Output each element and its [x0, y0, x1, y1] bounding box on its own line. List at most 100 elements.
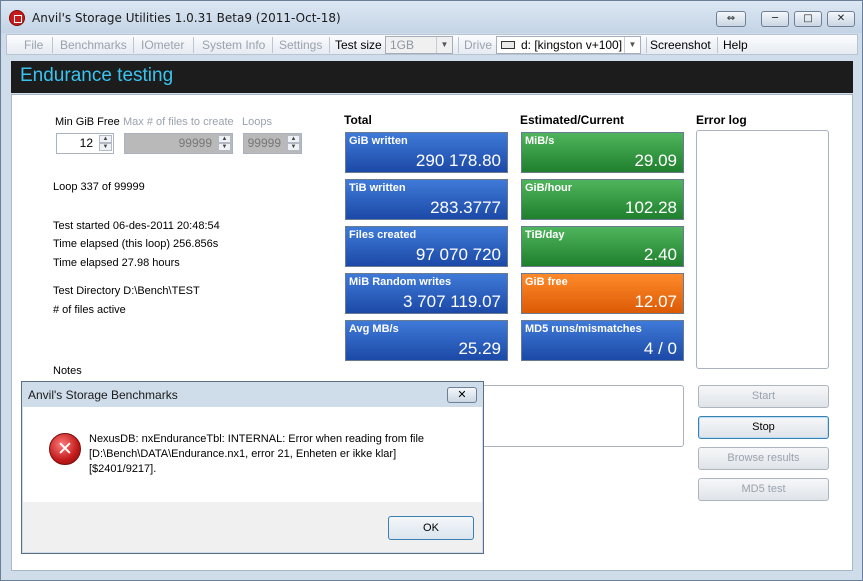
menu-separator — [717, 37, 718, 53]
tile-value: 290 178.80 — [415, 151, 501, 170]
tile-label: MiB Random writes — [349, 276, 452, 288]
menu-file[interactable]: File — [24, 38, 43, 52]
menu-iometer[interactable]: IOmeter — [141, 38, 184, 52]
tile-value: 97 070 720 — [415, 245, 501, 264]
page-title: Endurance testing — [20, 65, 174, 86]
tile-label: TiB/day — [525, 229, 565, 241]
spin-down-icon[interactable]: ▼ — [99, 143, 112, 151]
tile-label: GiB/hour — [525, 182, 573, 194]
spin-buttons: ▲ ▼ — [218, 135, 231, 152]
tile-value: 4 / 0 — [643, 339, 677, 358]
test-size-label: Test size — [335, 38, 382, 52]
menu-help[interactable]: Help — [723, 38, 748, 52]
close-button[interactable]: ✕ — [827, 11, 855, 27]
dialog-title: Anvil's Storage Benchmarks — [28, 388, 178, 402]
menu-separator — [133, 37, 134, 53]
max-files-stepper[interactable]: 99999 ▲ ▼ — [124, 133, 233, 154]
min-gib-free-label: Min GiB Free — [55, 116, 120, 128]
restore-layout-button[interactable]: ⇔ — [716, 11, 746, 27]
tile-value: 283.3777 — [430, 198, 501, 217]
loops-label: Loops — [242, 116, 272, 128]
tile-value: 3 707 119.07 — [403, 292, 501, 311]
totals-heading: Total — [344, 113, 372, 127]
title-bar: Anvil's Storage Utilities 1.0.31 Beta9 (… — [1, 1, 862, 33]
dialog-message-line: NexusDB: nxEnduranceTbl: INTERNAL: Error… — [89, 433, 425, 445]
tile-avg-mbs: Avg MB/s 25.29 — [345, 320, 508, 361]
loops-value: 99999 — [247, 136, 281, 150]
menu-separator — [458, 37, 459, 53]
menu-bar: File Benchmarks IOmeter System Info Sett… — [6, 34, 858, 55]
tile-label: MD5 runs/mismatches — [525, 323, 642, 335]
spin-down-icon[interactable]: ▼ — [218, 143, 231, 151]
test-directory: Test Directory D:\Bench\TEST — [53, 285, 200, 297]
estimated-heading: Estimated/Current — [520, 113, 625, 127]
spin-buttons: ▲ ▼ — [287, 135, 300, 152]
notes-label: Notes — [53, 365, 82, 377]
notes-textarea[interactable] — [472, 385, 684, 447]
tile-md5-runs: MD5 runs/mismatches 4 / 0 — [521, 320, 684, 361]
tile-value: 25.29 — [458, 339, 501, 358]
spin-up-icon[interactable]: ▲ — [99, 135, 112, 143]
min-gib-free-stepper[interactable]: 12 ▲ ▼ — [56, 133, 114, 154]
menu-separator — [272, 37, 273, 53]
spin-buttons: ▲ ▼ — [99, 135, 112, 152]
min-gib-free-value: 12 — [79, 136, 93, 150]
drive-label: Drive — [464, 38, 493, 52]
drive-icon — [501, 41, 515, 49]
tile-label: GiB free — [525, 276, 568, 288]
menu-separator — [329, 37, 330, 53]
dialog-body: ✕ NexusDB: nxEnduranceTbl: INTERNAL: Err… — [23, 407, 482, 502]
time-elapsed: Time elapsed 27.98 hours — [53, 257, 180, 269]
menu-settings[interactable]: Settings — [279, 38, 322, 52]
menu-screenshot[interactable]: Screenshot — [650, 38, 711, 52]
spin-up-icon[interactable]: ▲ — [218, 135, 231, 143]
tile-value: 12.07 — [634, 292, 677, 311]
md5-test-button[interactable]: MD5 test — [698, 478, 829, 501]
dialog-close-button[interactable]: ✕ — [447, 387, 477, 403]
error-dialog: Anvil's Storage Benchmarks ✕ ✕ NexusDB: … — [21, 381, 484, 554]
tile-mib-per-s: MiB/s 29.09 — [521, 132, 684, 173]
menu-system-info[interactable]: System Info — [202, 38, 265, 52]
tile-tib-written: TiB written 283.3777 — [345, 179, 508, 220]
menu-separator — [52, 37, 53, 53]
maximize-button[interactable]: □ — [794, 11, 822, 27]
tile-label: Files created — [349, 229, 417, 241]
spin-down-icon[interactable]: ▼ — [287, 143, 300, 151]
loop-status: Loop 337 of 99999 — [53, 181, 145, 193]
start-button[interactable]: Start — [698, 385, 829, 408]
tile-label: TiB written — [349, 182, 406, 194]
loops-stepper[interactable]: 99999 ▲ ▼ — [243, 133, 302, 154]
tile-label: GiB written — [349, 135, 408, 147]
error-log-heading: Error log — [696, 113, 747, 127]
tile-mib-random-writes: MiB Random writes 3 707 119.07 — [345, 273, 508, 314]
dialog-message-line: [D:\Bench\DATA\Endurance.nx1, error 21, … — [89, 448, 397, 460]
dialog-message-line: [$2401/9217]. — [89, 463, 157, 475]
tile-label: MiB/s — [525, 135, 555, 147]
page-header: Endurance testing — [11, 61, 853, 93]
test-size-select[interactable]: 1GB ▼ — [385, 36, 453, 54]
browse-results-button[interactable]: Browse results — [698, 447, 829, 470]
error-icon: ✕ — [49, 433, 81, 465]
tile-gib-written: GiB written 290 178.80 — [345, 132, 508, 173]
window-title: Anvil's Storage Utilities 1.0.31 Beta9 (… — [32, 11, 341, 25]
error-log-list[interactable] — [696, 130, 829, 369]
app-icon[interactable] — [9, 10, 25, 26]
tile-files-created: Files created 97 070 720 — [345, 226, 508, 267]
menu-separator — [193, 37, 194, 53]
main-window: Anvil's Storage Utilities 1.0.31 Beta9 (… — [0, 0, 863, 581]
spin-up-icon[interactable]: ▲ — [287, 135, 300, 143]
test-size-value: 1GB — [390, 38, 415, 52]
minimize-button[interactable]: ─ — [761, 11, 789, 27]
ok-button[interactable]: OK — [388, 516, 474, 540]
max-files-label: Max # of files to create — [123, 116, 234, 128]
files-active: # of files active — [53, 304, 126, 316]
tile-gib-free: GiB free 12.07 — [521, 273, 684, 314]
chevron-down-icon: ▼ — [436, 37, 452, 53]
time-elapsed-loop: Time elapsed (this loop) 256.856s — [53, 238, 219, 250]
tile-value: 2.40 — [643, 245, 677, 264]
stop-button[interactable]: Stop — [698, 416, 829, 439]
menu-benchmarks[interactable]: Benchmarks — [60, 38, 127, 52]
tile-value: 29.09 — [634, 151, 677, 170]
tile-value: 102.28 — [625, 198, 677, 217]
drive-select[interactable]: d: [kingston v+100] ▼ — [496, 36, 641, 54]
